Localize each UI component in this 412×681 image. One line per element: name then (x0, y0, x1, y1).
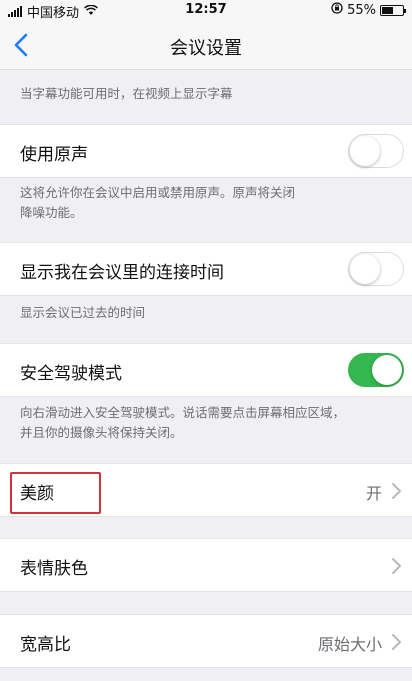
safe-driving-description: 向右滑动进入安全驾驶模式。说话需要点击屏幕相应区域， 并且你的摄像头将保持关闭。 (20, 403, 345, 443)
chevron-right-icon (390, 557, 402, 575)
original-sound-toggle[interactable] (348, 134, 404, 168)
battery-icon (380, 4, 406, 16)
connection-time-row: 显示我在会议里的连接时间 (0, 242, 412, 296)
safe-driving-label: 安全驾驶模式 (20, 364, 122, 384)
safe-driving-toggle[interactable] (348, 353, 404, 387)
original-sound-desc-line1: 这将允许你在会议中启用或禁用原声。原声将关闭 (20, 185, 296, 200)
chevron-right-icon (390, 633, 402, 651)
connection-time-description: 显示会议已过去的时间 (20, 305, 146, 320)
battery-fill (382, 6, 393, 14)
toggle-knob (350, 136, 380, 166)
original-sound-description: 这将允许你在会议中启用或禁用原声。原声将关闭 降噪功能。 (20, 183, 295, 223)
original-sound-row: 使用原声 (0, 124, 412, 178)
orientation-lock-icon (331, 2, 343, 18)
skin-tone-label: 表情肤色 (20, 559, 88, 579)
page-title: 会议设置 (170, 38, 242, 59)
status-bar: 中国移动 12:57 55% (0, 0, 412, 21)
beauty-value: 开 (365, 484, 382, 503)
battery-percent: 55% (347, 2, 376, 18)
toggle-knob (372, 355, 402, 385)
safe-driving-row: 安全驾驶模式 (0, 343, 412, 397)
skin-tone-row[interactable]: 表情肤色 (0, 538, 412, 592)
safe-driving-desc-line2: 并且你的摄像头将保持关闭。 (20, 425, 183, 440)
status-right: 55% (331, 2, 406, 18)
original-sound-label: 使用原声 (20, 145, 88, 165)
aspect-ratio-row[interactable]: 宽高比 原始大小 (0, 614, 412, 668)
connection-time-label: 显示我在会议里的连接时间 (20, 263, 224, 283)
highlight-box (10, 472, 101, 514)
captions-description: 当字幕功能可用时，在视频上显示字幕 (20, 86, 233, 101)
aspect-ratio-label: 宽高比 (20, 635, 71, 655)
connection-time-toggle[interactable] (348, 252, 404, 286)
toggle-knob (350, 254, 380, 284)
safe-driving-desc-line1: 向右滑动进入安全驾驶模式。说话需要点击屏幕相应区域， (20, 405, 346, 420)
chevron-right-icon (390, 482, 402, 500)
original-sound-desc-line2: 降噪功能。 (20, 205, 83, 220)
nav-bar: 会议设置 (0, 20, 412, 70)
aspect-ratio-value: 原始大小 (317, 635, 382, 654)
